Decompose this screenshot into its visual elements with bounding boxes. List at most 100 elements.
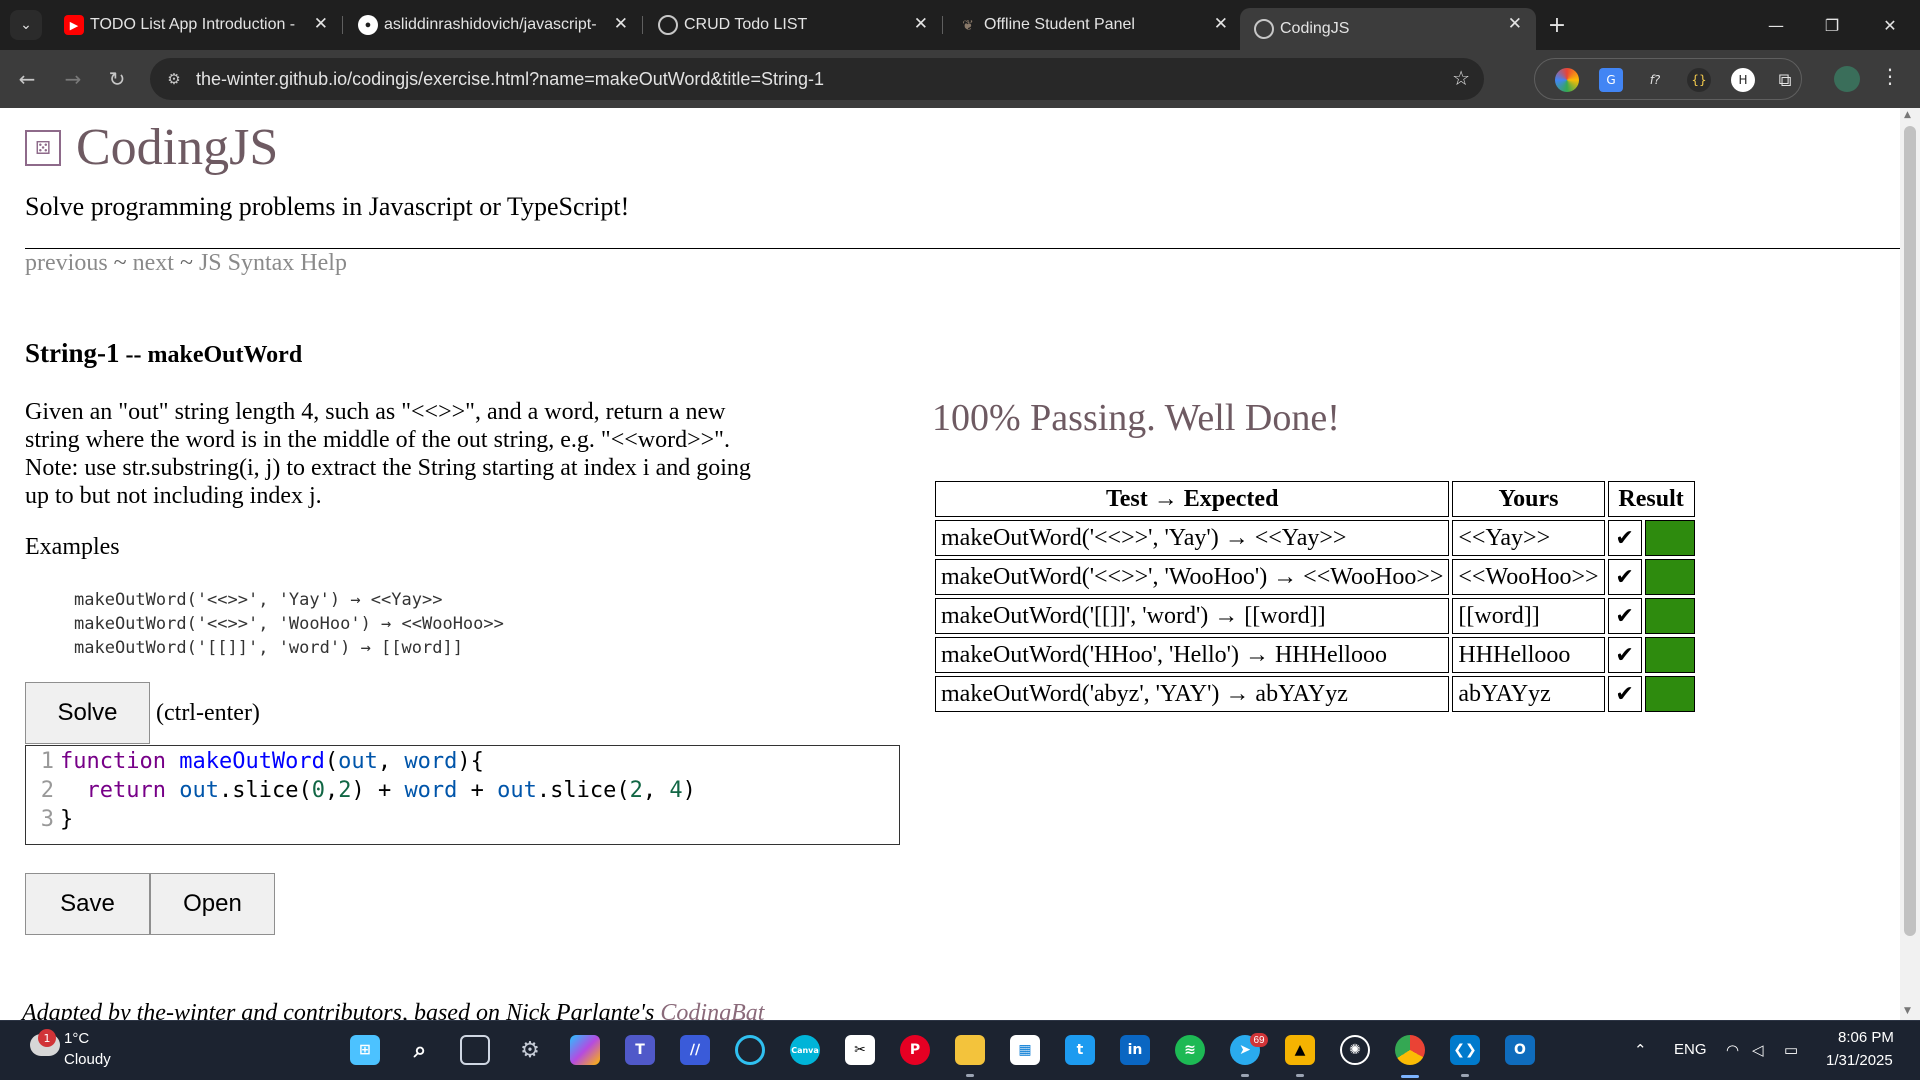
color-picker-extension-icon[interactable] (1555, 68, 1579, 92)
weather-alert-badge: 1 (38, 1029, 56, 1047)
store-icon[interactable]: ▦ (1010, 1035, 1040, 1065)
capcut-icon[interactable]: ✂ (845, 1035, 875, 1065)
back-arrow-icon[interactable]: ← (12, 64, 42, 94)
footer-credit: Adapted by the-winter and contributors, … (22, 1000, 764, 1020)
yours-cell: abYAYyz (1452, 676, 1605, 712)
chevron-up-icon[interactable]: ⌃ (1634, 1041, 1647, 1059)
windows-start-icon[interactable]: ⊞ (350, 1035, 380, 1065)
vscode-icon[interactable]: ❮❯ (1450, 1035, 1480, 1065)
nav-separator: ~ (173, 250, 199, 276)
new-tab-button[interactable]: + (1542, 10, 1572, 40)
code-function-name: makeOutWord (179, 749, 325, 774)
vs-icon[interactable]: ∕∕ (680, 1035, 710, 1065)
close-icon[interactable]: ✕ (1508, 14, 1522, 34)
extensions-puzzle-icon[interactable]: ⧉ (1773, 68, 1797, 92)
copilot-icon[interactable] (570, 1035, 600, 1065)
menu-kebab-icon[interactable]: ⋮ (1880, 64, 1900, 88)
chrome-icon[interactable] (1395, 1035, 1425, 1065)
spotify-icon[interactable]: ≋ (1175, 1035, 1205, 1065)
running-indicator (966, 1074, 974, 1077)
youtube-icon: ▶ (64, 15, 84, 35)
restore-button[interactable]: ❐ (1812, 10, 1852, 40)
file-explorer-icon[interactable] (955, 1035, 985, 1065)
settings-icon[interactable]: ⚙ (515, 1035, 545, 1065)
next-link[interactable]: next (133, 250, 174, 276)
url-text[interactable]: the-winter.github.io/codingjs/exercise.h… (196, 69, 824, 90)
save-button[interactable]: Save (25, 873, 150, 935)
tab-offline-student-panel[interactable]: ❦ Offline Student Panel ✕ (944, 8, 1242, 42)
pinterest-icon[interactable]: P (900, 1035, 930, 1065)
running-indicator (1296, 1074, 1304, 1077)
globe-icon (1254, 19, 1274, 39)
close-icon[interactable]: ✕ (314, 14, 328, 34)
close-icon[interactable]: ✕ (1214, 14, 1228, 34)
font-finder-icon[interactable]: f? (1643, 68, 1667, 92)
weather-condition[interactable]: Cloudy (64, 1051, 111, 1068)
chatgpt-icon[interactable]: ✺ (1340, 1035, 1370, 1065)
examples-label: Examples (25, 534, 120, 560)
extension-h-icon[interactable]: H (1731, 68, 1755, 92)
clock-date[interactable]: 1/31/2025 (1826, 1052, 1893, 1069)
canva-icon[interactable]: Canva (790, 1035, 820, 1065)
language-indicator[interactable]: ENG (1674, 1041, 1707, 1058)
reload-icon[interactable]: ↻ (102, 64, 132, 94)
close-window-button[interactable]: ✕ (1870, 10, 1910, 40)
wifi-icon[interactable]: ◠ (1726, 1041, 1739, 1059)
teams-icon[interactable]: T (625, 1035, 655, 1065)
tab-codingjs[interactable]: CodingJS ✕ (1240, 8, 1536, 50)
code-editor[interactable]: 1 function makeOutWord(out, word){ 2 retu… (25, 745, 900, 845)
battery-icon[interactable]: ▭ (1784, 1041, 1798, 1059)
previous-link[interactable]: previous (25, 250, 108, 276)
task-view-icon[interactable] (460, 1035, 490, 1065)
bookmark-star-icon[interactable]: ☆ (1452, 66, 1470, 90)
solve-button[interactable]: Solve (25, 682, 150, 744)
close-icon[interactable]: ✕ (614, 14, 628, 34)
code-keyword: function (60, 749, 166, 774)
game-icon[interactable]: ▲ (1285, 1035, 1315, 1065)
json-viewer-icon[interactable]: {} (1687, 68, 1711, 92)
example-line: makeOutWord('<<>>', 'Yay') → <<Yay>> (74, 590, 443, 610)
js-syntax-help-link[interactable]: JS Syntax Help (199, 250, 347, 276)
codingbat-link[interactable]: CodingBat (660, 1000, 764, 1020)
open-button[interactable]: Open (150, 873, 275, 935)
pass-indicator (1644, 598, 1695, 634)
profile-avatar[interactable] (1834, 66, 1860, 92)
code-keyword: return (86, 778, 166, 803)
tab-github-repo[interactable]: ● asliddinrashidovich/javascript-p ✕ (344, 8, 642, 42)
passing-message: 100% Passing. Well Done! (932, 397, 1340, 439)
site-info-icon[interactable]: ⚙ (162, 67, 186, 91)
google-translate-icon[interactable]: G (1599, 68, 1623, 92)
tab-search-button[interactable]: ⌄ (10, 10, 42, 40)
address-bar[interactable]: ⚙ the-winter.github.io/codingjs/exercise… (150, 58, 1484, 100)
telegram-unread-badge: 69 (1250, 1033, 1268, 1047)
twitter-icon[interactable]: t (1065, 1035, 1095, 1065)
scroll-down-arrow-icon[interactable]: ▼ (1904, 1006, 1911, 1016)
volume-icon[interactable]: ◁ (1752, 1041, 1764, 1059)
outlook-icon[interactable]: O (1505, 1035, 1535, 1065)
weather-temperature[interactable]: 1°C (64, 1030, 89, 1047)
scrollbar-thumb[interactable] (1904, 126, 1916, 936)
code-token: ) (682, 778, 696, 803)
page-scrollbar[interactable]: ▲ ▼ (1900, 108, 1920, 1020)
bird-icon: ❦ (962, 16, 974, 33)
solve-shortcut-hint: (ctrl-enter) (156, 700, 260, 726)
alexa-icon[interactable] (735, 1035, 765, 1065)
search-icon[interactable]: ⌕ (405, 1035, 435, 1065)
tab-crud-todo-list[interactable]: CRUD Todo LIST ✕ (644, 8, 942, 42)
problem-navigation: previous ~ next ~ JS Syntax Help (25, 250, 347, 277)
problem-category: String-1 (25, 338, 120, 368)
clock-time[interactable]: 8:06 PM (1838, 1029, 1894, 1046)
table-row: makeOutWord('<<>>', 'Yay') → <<Yay>> <<Y… (935, 520, 1695, 556)
linkedin-icon[interactable]: in (1120, 1035, 1150, 1065)
code-token: , (377, 749, 405, 774)
divider (25, 248, 1900, 249)
forward-arrow-icon[interactable]: → (58, 64, 88, 94)
close-icon[interactable]: ✕ (914, 14, 928, 34)
minimize-button[interactable]: — (1756, 10, 1796, 40)
scroll-up-arrow-icon[interactable]: ▲ (1904, 110, 1911, 120)
code-token: .slice( (536, 778, 630, 803)
yours-cell: <<Yay>> (1452, 520, 1605, 556)
examples-list: makeOutWord('<<>>', 'Yay') → <<Yay>> make… (74, 588, 504, 660)
tab-todo-list-app[interactable]: ▶ TODO List App Introduction - 0 ✕ (50, 8, 342, 42)
